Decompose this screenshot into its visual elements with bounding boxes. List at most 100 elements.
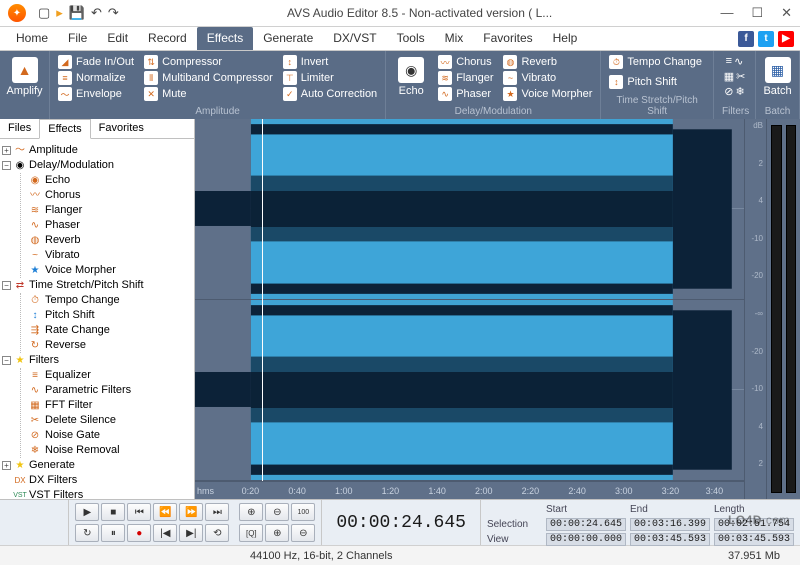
time-ruler[interactable]: hms 0:20 0:40 1:00 1:20 1:40 2:00 2:20 2… (195, 481, 744, 499)
filter2-icon[interactable]: ∿ (734, 55, 743, 68)
qat-redo-icon[interactable]: ↷ (108, 5, 119, 21)
playloop-button[interactable]: ↻ (75, 524, 99, 542)
stop-button[interactable]: ■ (101, 503, 125, 521)
menu-record[interactable]: Record (138, 27, 197, 50)
menu-mix[interactable]: Mix (435, 27, 474, 50)
close-button[interactable]: ✕ (781, 5, 792, 21)
tree-voicemorpher[interactable]: ★Voice Morpher (29, 263, 192, 278)
record-button[interactable]: ● (127, 524, 151, 542)
tree-noisegate[interactable]: ⊘Noise Gate (29, 428, 192, 443)
tempochange-button[interactable]: ⏱Tempo Change (609, 55, 705, 69)
fadeinout-button[interactable]: ◢Fade In/Out (58, 55, 134, 69)
zoomin-button[interactable]: ⊕ (239, 503, 263, 521)
vibrato-button[interactable]: ~Vibrato (503, 71, 592, 85)
echo-button[interactable]: ◉ Echo (394, 55, 428, 101)
reverb-button[interactable]: ◍Reverb (503, 55, 592, 69)
tree-equalizer[interactable]: ≡Equalizer (29, 368, 192, 383)
playhead[interactable] (262, 119, 263, 481)
tree-timestretch[interactable]: −⇄Time Stretch/Pitch Shift (2, 278, 192, 293)
qat-open-icon[interactable]: ▸ (56, 5, 63, 21)
zoom100-button[interactable]: 100 (291, 503, 315, 521)
rewind-button[interactable]: ⏪ (153, 503, 177, 521)
tree-echo[interactable]: ◉Echo (29, 173, 192, 188)
batch-button[interactable]: ▦ Batch (764, 55, 791, 99)
tree-vibrato[interactable]: ~Vibrato (29, 248, 192, 263)
qat-undo-icon[interactable]: ↶ (91, 5, 102, 21)
tree-fft[interactable]: ▦FFT Filter (29, 398, 192, 413)
waveform-channel-right[interactable] (195, 300, 744, 481)
tree-phaser[interactable]: ∿Phaser (29, 218, 192, 233)
waveform-area[interactable]: hms 0:20 0:40 1:00 1:20 1:40 2:00 2:20 2… (195, 119, 800, 499)
menu-generate[interactable]: Generate (253, 27, 323, 50)
multiband-button[interactable]: ⫴Multiband Compressor (144, 71, 273, 85)
tree-reverb[interactable]: ◍Reverb (29, 233, 192, 248)
invert-button[interactable]: ↕Invert (283, 55, 377, 69)
tree-flanger[interactable]: ≋Flanger (29, 203, 192, 218)
menu-home[interactable]: Home (6, 27, 58, 50)
envelope-button[interactable]: 〜Envelope (58, 87, 134, 101)
tree-chorus[interactable]: 〰Chorus (29, 188, 192, 203)
chorus-button[interactable]: 〰Chorus (438, 55, 493, 69)
tree-vstfilters[interactable]: VSTVST Filters (14, 488, 192, 499)
menu-dxvst[interactable]: DX/VST (323, 27, 386, 50)
view-length[interactable]: 00:03:45.593 (714, 533, 794, 546)
filter1-icon[interactable]: ≡ (726, 55, 732, 68)
menu-help[interactable]: Help (543, 27, 588, 50)
start-button[interactable]: ⏮ (127, 503, 151, 521)
amplify-button[interactable]: ▲ Amplify (8, 55, 41, 99)
voicemorpher-button[interactable]: ★Voice Morpher (503, 87, 592, 101)
tree-tempochange[interactable]: ⏱Tempo Change (29, 293, 192, 308)
flanger-button[interactable]: ≋Flanger (438, 71, 493, 85)
facebook-icon[interactable]: f (738, 31, 754, 47)
waveform-channel-left[interactable] (195, 119, 744, 300)
tree-ratechange[interactable]: ⇶Rate Change (29, 323, 192, 338)
menu-effects[interactable]: Effects (197, 27, 253, 50)
zoomsel-button[interactable]: [Q] (239, 524, 263, 542)
qat-save-icon[interactable]: 💾 (69, 5, 85, 21)
nextmark-button[interactable]: ▶| (179, 524, 203, 542)
tree-deletesilence[interactable]: ✂Delete Silence (29, 413, 192, 428)
zoomselout-button[interactable]: ⊖ (291, 524, 315, 542)
loop-button[interactable]: ⟲ (205, 524, 229, 542)
twitter-icon[interactable]: t (758, 31, 774, 47)
end-button[interactable]: ⏭ (205, 503, 229, 521)
prevmark-button[interactable]: |◀ (153, 524, 177, 542)
filter6-icon[interactable]: ❄ (736, 85, 745, 98)
minimize-button[interactable]: — (720, 5, 733, 21)
tab-files[interactable]: Files (0, 119, 39, 138)
filter3-icon[interactable]: ▦ (724, 70, 734, 83)
tree-noiseremoval[interactable]: ❄Noise Removal (29, 443, 192, 458)
sel-start[interactable]: 00:00:24.645 (546, 518, 626, 531)
menu-file[interactable]: File (58, 27, 97, 50)
zoomselin-button[interactable]: ⊕ (265, 524, 289, 542)
tree-parametric[interactable]: ∿Parametric Filters (29, 383, 192, 398)
view-start[interactable]: 00:00:00.000 (546, 533, 626, 546)
tree-filters[interactable]: −★Filters (2, 353, 192, 368)
filter5-icon[interactable]: ⊘ (724, 85, 733, 98)
filter4-icon[interactable]: ✂ (736, 70, 745, 83)
tree-delay[interactable]: −◉Delay/Modulation (2, 158, 192, 173)
youtube-icon[interactable]: ▶ (778, 31, 794, 47)
sel-end[interactable]: 00:03:16.399 (630, 518, 710, 531)
pitchshift-button[interactable]: ↕Pitch Shift (609, 75, 705, 89)
tree-generate[interactable]: +★Generate (2, 458, 192, 473)
play-button[interactable]: ▶ (75, 503, 99, 521)
mute-button[interactable]: ✕Mute (144, 87, 273, 101)
phaser-button[interactable]: ∿Phaser (438, 87, 493, 101)
menu-tools[interactable]: Tools (387, 27, 435, 50)
normalize-button[interactable]: ≡Normalize (58, 71, 134, 85)
zoomout-button[interactable]: ⊖ (265, 503, 289, 521)
tree-pitchshift[interactable]: ↕Pitch Shift (29, 308, 192, 323)
forward-button[interactable]: ⏩ (179, 503, 203, 521)
compressor-button[interactable]: ⇅Compressor (144, 55, 273, 69)
tree-reverse[interactable]: ↻Reverse (29, 338, 192, 353)
autocorrection-button[interactable]: ✓Auto Correction (283, 87, 377, 101)
tab-effects[interactable]: Effects (39, 119, 90, 139)
view-end[interactable]: 00:03:45.593 (630, 533, 710, 546)
menu-favorites[interactable]: Favorites (473, 27, 542, 50)
pause-button[interactable]: ⏸ (101, 524, 125, 542)
qat-new-icon[interactable]: ▢ (38, 5, 50, 21)
tree-dxfilters[interactable]: DXDX Filters (14, 473, 192, 488)
menu-edit[interactable]: Edit (97, 27, 138, 50)
tab-favorites[interactable]: Favorites (91, 119, 152, 138)
